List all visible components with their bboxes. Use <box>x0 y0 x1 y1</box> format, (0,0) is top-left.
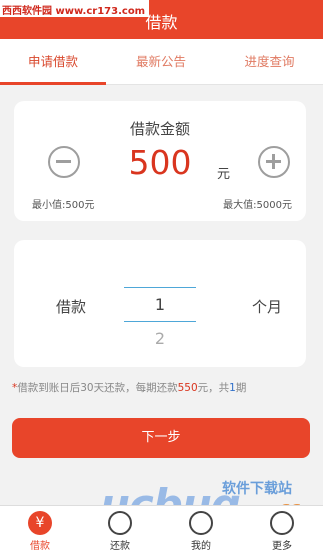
amount-unit: 元 <box>217 167 231 182</box>
nav-item-mine[interactable]: 我的 <box>161 506 241 550</box>
amount-label: 借款金额 <box>129 120 190 138</box>
term-picker-option[interactable]: 2 <box>124 329 196 348</box>
max-amount-text: 最大值:5000元 <box>223 200 292 211</box>
term-label: 借款 <box>56 298 87 316</box>
nav-item-repay[interactable]: 还款 <box>80 506 160 550</box>
nav-item-more[interactable]: 更多 <box>242 506 322 550</box>
repay-icon <box>108 511 132 535</box>
tab-apply-loan[interactable]: 申请借款 <box>0 39 106 85</box>
watermark-top-left: 西西软件园 www.cr173.com <box>0 0 150 17</box>
user-icon <box>189 511 213 535</box>
term-card: 借款 1 2 个月 <box>14 240 306 367</box>
tab-bar: 申请借款 最新公告 进度查询 <box>0 39 323 85</box>
min-amount-text: 最小值:500元 <box>32 200 95 211</box>
amount-card: 借款金额 500 元 最小值:500元 最大值:5000元 <box>14 101 306 221</box>
term-picker-selected[interactable]: 1 <box>124 295 196 314</box>
active-tab-indicator <box>0 82 106 85</box>
nav-label-repay: 还款 <box>110 541 130 550</box>
term-unit: 个月 <box>251 298 282 316</box>
increase-amount-button[interactable] <box>258 146 290 178</box>
picker-bottom-line <box>124 321 196 322</box>
nav-item-loan[interactable]: ¥ 借款 <box>0 506 80 550</box>
nav-label-loan: 借款 <box>30 541 50 550</box>
picker-top-line <box>124 287 196 288</box>
tab-progress-query[interactable]: 进度查询 <box>216 39 323 85</box>
watermark-site: 软件下载站 <box>222 481 292 497</box>
next-step-button[interactable]: 下一步 <box>12 418 310 458</box>
repayment-note: *借款到账日后30天还款，每期还款550元，共1期 <box>12 382 247 394</box>
tab-announcements[interactable]: 最新公告 <box>106 39 216 85</box>
nav-label-mine: 我的 <box>191 541 211 550</box>
yuan-icon: ¥ <box>28 511 52 535</box>
bottom-nav: ¥ 借款 还款 我的 更多 <box>0 505 323 550</box>
nav-label-more: 更多 <box>272 541 292 550</box>
more-icon <box>270 511 294 535</box>
